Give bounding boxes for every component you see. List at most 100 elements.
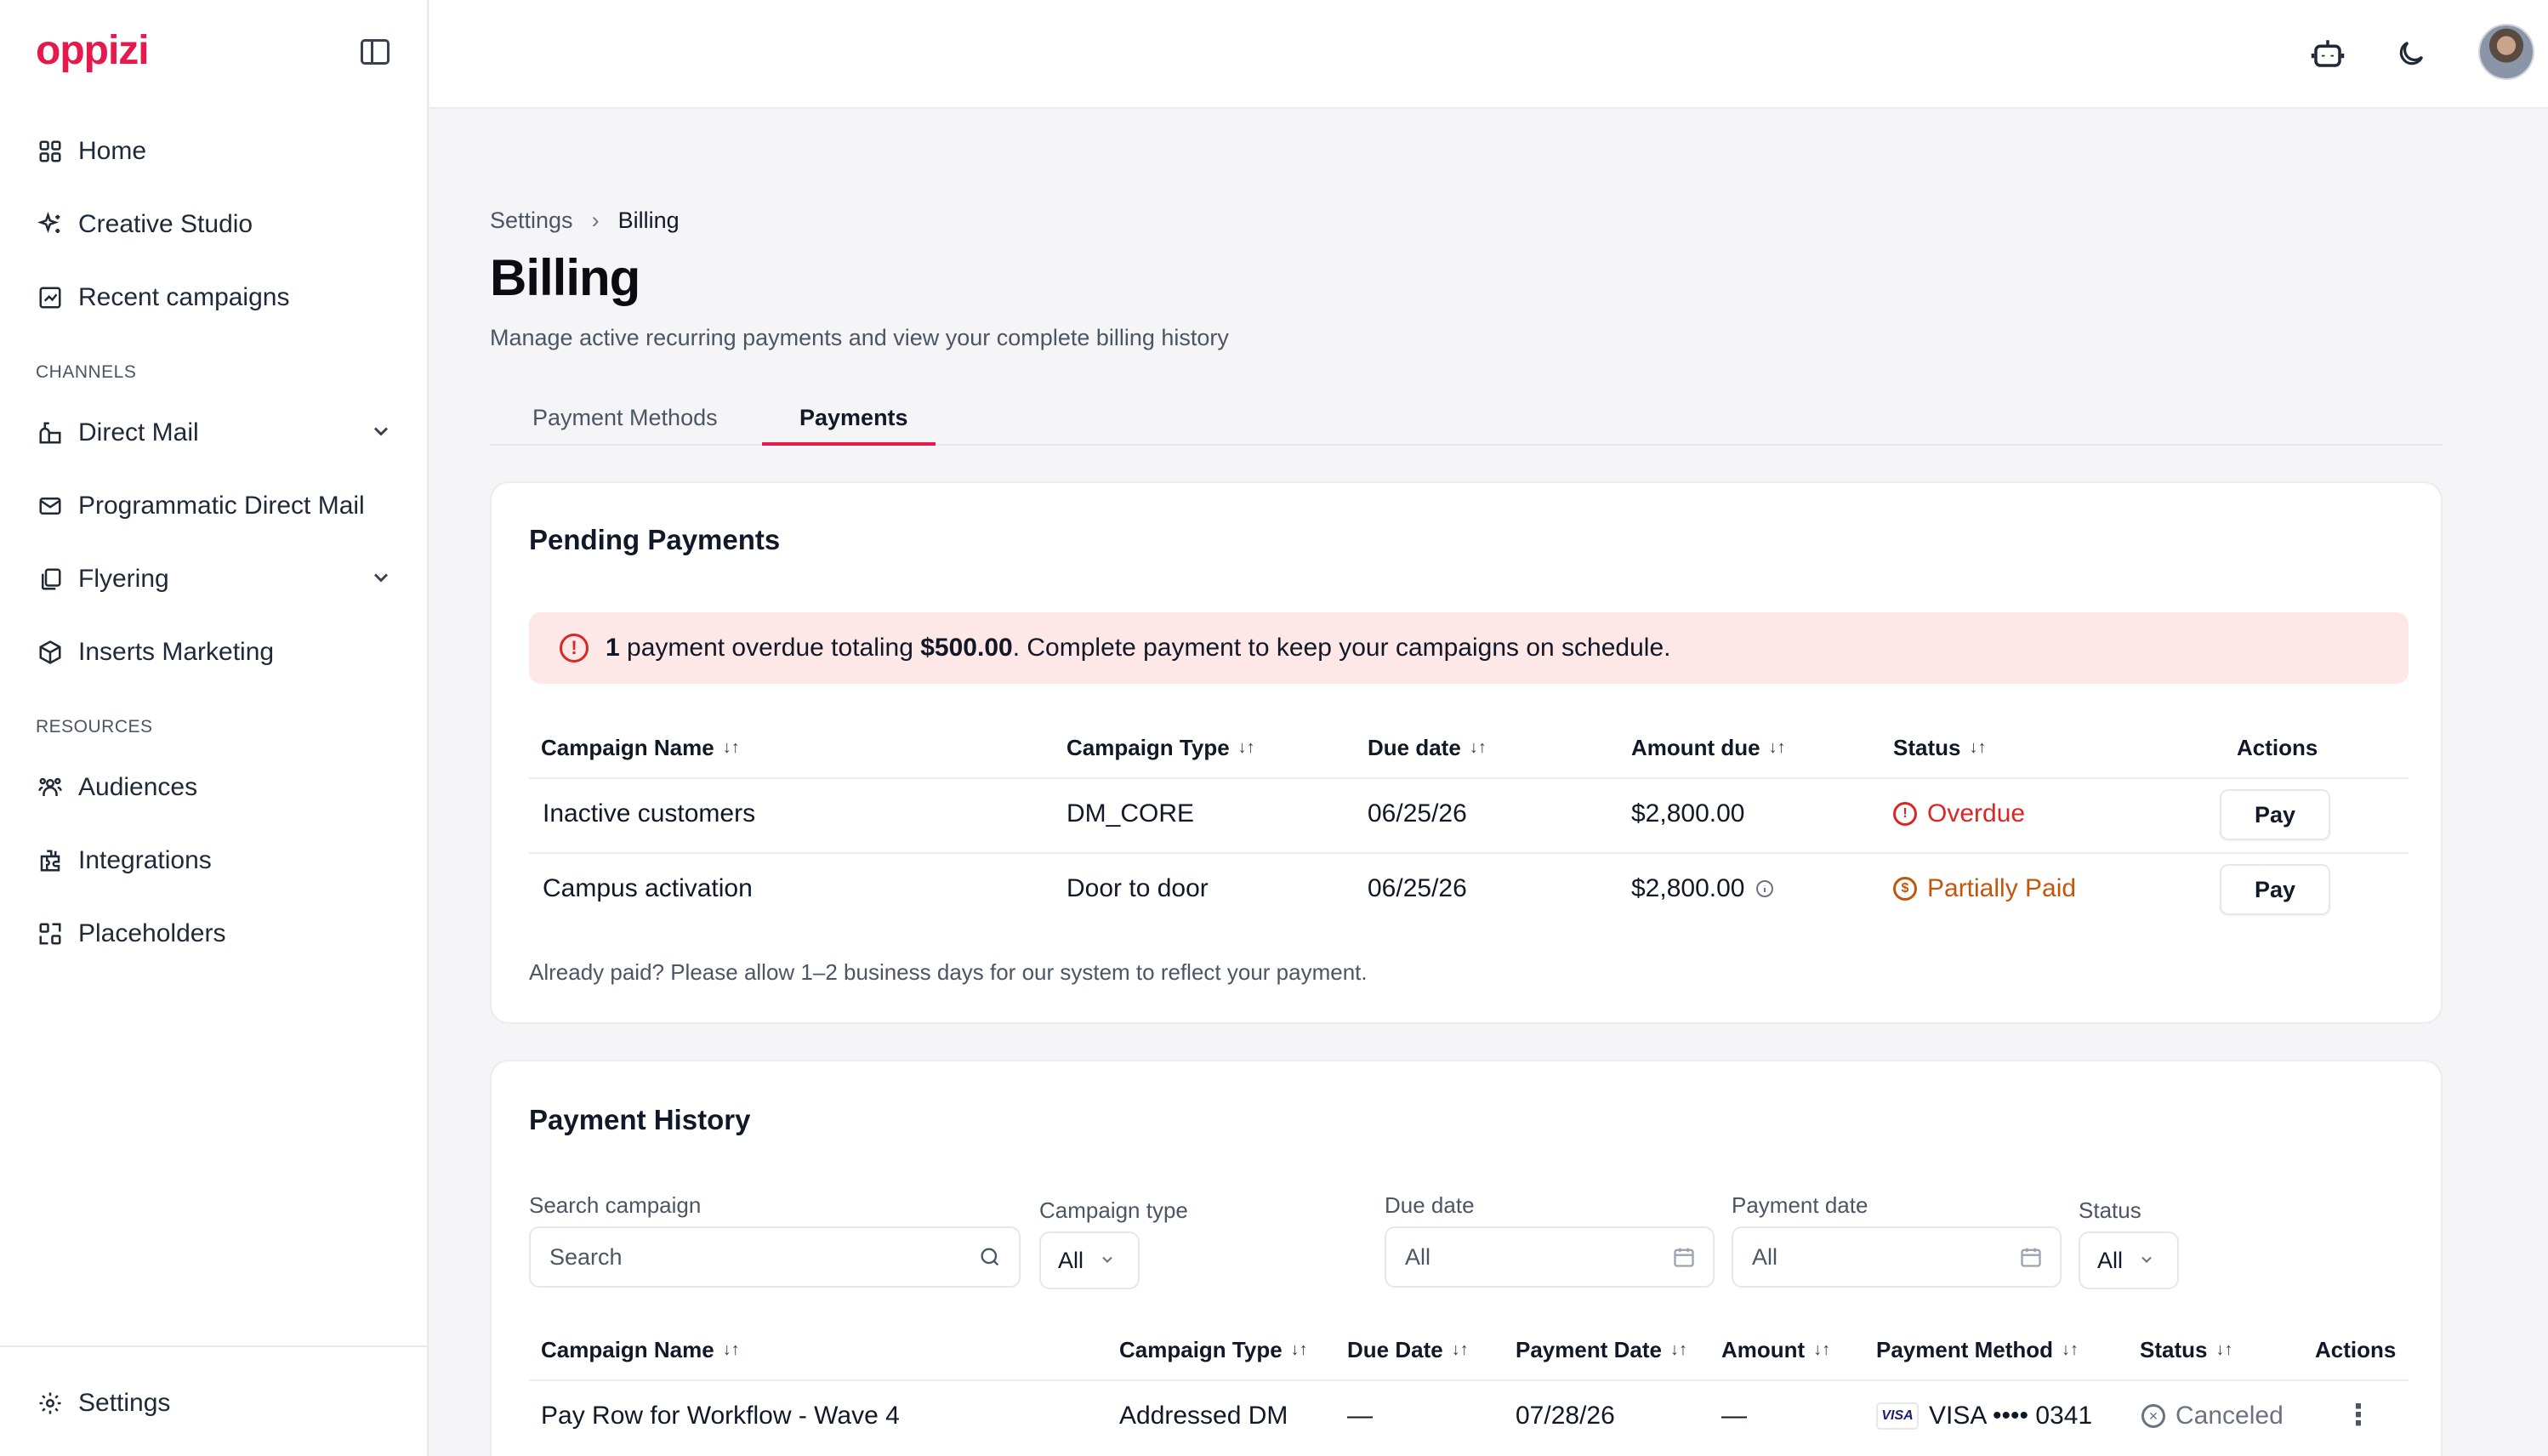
sidebar-item-label: Home	[78, 137, 147, 165]
moon-icon[interactable]	[2392, 34, 2431, 73]
row-divider	[529, 852, 2409, 854]
sidebar-item-label: Flyering	[78, 565, 169, 593]
search-input[interactable]: Search	[529, 1226, 1021, 1288]
cell-due-date: 06/25/26	[1368, 799, 1467, 828]
status-select[interactable]: All	[2079, 1231, 2179, 1289]
sidebar-item-settings[interactable]: Settings	[36, 1378, 393, 1429]
more-actions-icon[interactable]: ⋮	[2344, 1398, 2373, 1432]
cell-campaign-name: Campus activation	[543, 874, 753, 902]
col-label: Due date	[1368, 735, 1461, 760]
mail-icon	[36, 492, 65, 520]
col-campaign-name[interactable]: Campaign Name ↓↑	[541, 735, 740, 761]
sort-icon: ↓↑	[722, 1340, 740, 1359]
col-campaign-type[interactable]: Campaign Type ↓↑	[1066, 735, 1255, 761]
campaign-type-select[interactable]: All	[1039, 1231, 1140, 1289]
avatar[interactable]	[2478, 24, 2534, 80]
sort-icon: ↓↑	[1768, 738, 1786, 757]
tab-payments[interactable]: Payments	[799, 405, 908, 431]
sidebar-item-flyering[interactable]: Flyering	[36, 554, 393, 605]
col-label: Amount	[1721, 1337, 1806, 1362]
alert-circle-icon: !	[560, 634, 589, 663]
pay-button[interactable]: Pay	[2220, 864, 2330, 915]
card-label: VISA •••• 0341	[1929, 1402, 2093, 1430]
col-amount[interactable]: Amount ↓↑	[1721, 1337, 1830, 1363]
col-due-date[interactable]: Due date ↓↑	[1368, 735, 1487, 761]
sidebar-item-audiences[interactable]: Audiences	[36, 762, 393, 813]
pay-button[interactable]: Pay	[2220, 789, 2330, 840]
sort-icon: ↓↑	[1969, 738, 1987, 757]
sidebar-item-label: Creative Studio	[78, 210, 253, 238]
chevron-down-icon[interactable]	[369, 566, 393, 596]
campaign-type-label: Campaign type	[1039, 1197, 1188, 1223]
sidebar-item-placeholders[interactable]: Placeholders	[36, 908, 393, 959]
due-date-picker[interactable]: All	[1385, 1226, 1715, 1288]
sidebar-item-creative-studio[interactable]: Creative Studio	[36, 199, 393, 250]
chevron-down-icon[interactable]	[369, 419, 393, 450]
sort-icon: ↓↑	[722, 738, 740, 757]
select-value: All	[2097, 1247, 2124, 1273]
date-value: All	[1752, 1243, 1778, 1270]
sidebar-item-recent-campaigns[interactable]: Recent campaigns	[36, 272, 393, 323]
payment-history-card: Payment History Search campaign Search C…	[490, 1060, 2443, 1456]
x-circle-icon: ✕	[2141, 1404, 2165, 1428]
sidebar-item-inserts-marketing[interactable]: Inserts Marketing	[36, 627, 393, 678]
sort-icon: ↓↑	[2062, 1340, 2079, 1359]
sidebar-item-direct-mail[interactable]: Direct Mail	[36, 407, 393, 458]
col-label: Status	[2140, 1337, 2208, 1362]
sidebar-item-label: Programmatic Direct Mail	[78, 492, 365, 520]
sidebar-item-integrations[interactable]: Integrations	[36, 835, 393, 886]
col-due-date[interactable]: Due Date ↓↑	[1347, 1337, 1469, 1363]
col-campaign-name[interactable]: Campaign Name ↓↑	[541, 1337, 740, 1363]
calendar-icon	[1672, 1245, 1696, 1275]
info-icon[interactable]	[1755, 879, 1775, 899]
sort-icon: ↓↑	[1290, 1340, 1308, 1359]
sidebar-item-label: Settings	[78, 1389, 171, 1417]
tab-payment-methods[interactable]: Payment Methods	[532, 405, 718, 431]
cell-payment-date: 07/28/26	[1516, 1402, 1615, 1430]
sort-icon: ↓↑	[1813, 1340, 1831, 1359]
sidebar-item-programmatic-direct-mail[interactable]: Programmatic Direct Mail	[36, 481, 393, 532]
sidebar: oppizi Home Creative Studio Recent campa…	[0, 0, 429, 1456]
overdue-alert: ! 1 payment overdue totaling $500.00 . C…	[529, 612, 2409, 684]
breadcrumb-settings-link[interactable]: Settings	[490, 208, 573, 234]
puzzle-icon	[36, 846, 65, 875]
top-bar	[429, 0, 2548, 109]
col-label: Campaign Name	[541, 735, 714, 760]
sort-icon: ↓↑	[2215, 1340, 2233, 1359]
col-payment-method[interactable]: Payment Method ↓↑	[1876, 1337, 2079, 1363]
billing-tabs: Payment Methods Payments	[490, 396, 2443, 446]
payment-date-picker[interactable]: All	[1732, 1226, 2062, 1288]
sidebar-item-home[interactable]: Home	[36, 126, 393, 177]
overdue-count: 1	[606, 634, 620, 662]
col-campaign-type[interactable]: Campaign Type ↓↑	[1119, 1337, 1308, 1363]
pending-payments-title: Pending Payments	[529, 524, 781, 555]
select-value: All	[1058, 1247, 1084, 1273]
payment-note: Already paid? Please allow 1–2 business …	[529, 959, 1368, 985]
col-label: Due Date	[1347, 1337, 1443, 1362]
sidebar-item-label: Recent campaigns	[78, 283, 290, 311]
col-payment-date[interactable]: Payment Date ↓↑	[1516, 1337, 1687, 1363]
robot-icon[interactable]	[2308, 34, 2347, 73]
visa-card-icon: VISA	[1876, 1402, 1919, 1430]
pending-payments-card: Pending Payments ! 1 payment overdue tot…	[490, 481, 2443, 1024]
sort-icon: ↓↑	[1451, 1340, 1469, 1359]
col-amount-due[interactable]: Amount due ↓↑	[1631, 735, 1786, 761]
channels-section-label: CHANNELS	[36, 362, 137, 382]
cell-amount: —	[1721, 1402, 1747, 1430]
payment-history-title: Payment History	[529, 1104, 751, 1135]
chevron-down-icon	[1099, 1248, 1116, 1274]
sidebar-footer: Settings	[0, 1345, 429, 1456]
copy-icon	[36, 565, 65, 594]
cell-amount-due: $2,800.00	[1631, 874, 1775, 903]
overdue-amount: $500.00	[920, 634, 1013, 662]
col-label: Campaign Type	[1119, 1337, 1283, 1362]
sidebar-toggle-icon[interactable]	[361, 39, 390, 65]
status-badge: $ Partially Paid	[1893, 874, 2076, 903]
payment-date-label: Payment date	[1732, 1192, 1868, 1218]
col-status[interactable]: Status ↓↑	[1893, 735, 1986, 761]
search-campaign-label: Search campaign	[529, 1192, 702, 1218]
sidebar-item-label: Inserts Marketing	[78, 638, 275, 666]
sidebar-item-label: Integrations	[78, 846, 212, 874]
col-status[interactable]: Status ↓↑	[2140, 1337, 2232, 1363]
app-logo[interactable]: oppizi	[36, 27, 150, 74]
